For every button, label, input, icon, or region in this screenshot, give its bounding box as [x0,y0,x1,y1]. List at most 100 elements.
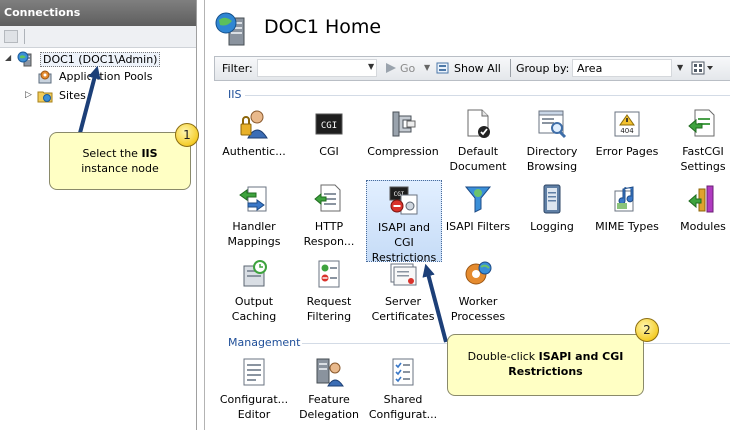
feature-label: Server Certificates [371,295,435,323]
feature-handler-mappings[interactable]: Handler Mappings [216,183,292,249]
step-number-badge: 2 [635,318,659,342]
cgi-icon: CGI [315,113,343,135]
page-title: DOC1 Home [264,16,382,38]
tree-node-application-pools-label: Application Pools [59,70,153,83]
feature-mime-types[interactable]: MIME Types [589,183,665,234]
feature-http-response-headers[interactable]: HTTP Respon... [291,183,367,249]
feature-label: Error Pages [595,145,659,158]
callout-step-1: Select the IIS instance node [49,132,191,190]
feature-shared-configuration[interactable]: Shared Configurat... [365,356,441,422]
svg-text:CGI: CGI [321,121,337,131]
handler-mappings-icon [239,186,267,212]
view-mode-icon[interactable] [690,60,716,76]
filter-dropdown-icon[interactable]: ▼ [368,62,374,71]
tree-node-server-label: DOC1 (DOC1\Admin) [40,52,161,67]
go-dropdown-icon[interactable]: ▼ [424,63,430,72]
filter-input[interactable] [257,59,377,77]
server-icon [17,51,32,67]
http-response-icon [314,184,341,212]
feature-label: MIME Types [595,220,659,233]
filter-label: Filter: [222,62,253,75]
toolbar-separator [24,29,25,44]
feature-label: Modules [680,220,726,233]
toolbar-separator [510,59,511,77]
section-divider [245,95,730,96]
feature-output-caching[interactable]: Output Caching [216,258,292,324]
connections-header: Connections [0,0,196,26]
worker-processes-icon [465,261,492,285]
feature-label: Directory Browsing [526,145,578,173]
callout-step-2: Double-click ISAPI and CGI Restrictions [447,334,644,396]
connections-toolbar [0,26,196,48]
connections-pane: Connections ◢ DOC1 (DOC1\Admin) Applicat… [0,0,197,430]
feature-server-certificates[interactable]: Server Certificates [365,258,441,324]
shared-configuration-icon [392,358,414,386]
feature-logging[interactable]: Logging [514,183,590,234]
group-by-label: Group by: [516,62,570,75]
show-all-button[interactable]: Show All [454,62,501,75]
feature-label: Handler Mappings [227,220,281,248]
feature-label: Compression [367,145,439,158]
feature-cgi[interactable]: CGI CGI [291,108,367,159]
feature-label: FastCGI Settings [680,145,726,173]
feature-isapi-filters[interactable]: ISAPI Filters [440,183,516,234]
section-label-iis: IIS [228,88,242,101]
output-caching-icon [243,260,267,287]
expand-icon[interactable]: ▷ [25,91,33,100]
callout-text: Double-click [467,350,539,363]
feature-label: Feature Delegation [299,393,359,421]
section-label-management: Management [228,336,301,349]
feature-modules[interactable]: Modules [665,183,730,234]
feature-isapi-cgi-restrictions[interactable]: CGI ISAPI and CGI Restrictions [366,180,442,264]
feature-authentication[interactable]: Authentic... [216,108,292,159]
tree-node-sites-label: Sites [59,89,86,102]
request-filtering-icon [318,260,340,288]
default-document-icon [467,109,490,138]
callout-text: Select the [82,147,142,160]
feature-label: ISAPI Filters [445,220,511,233]
feature-directory-browsing[interactable]: Directory Browsing [514,108,590,174]
feature-label: Output Caching [231,295,277,323]
step-number-badge: 1 [175,123,199,147]
callout-text: instance node [81,162,159,175]
feature-label: Worker Processes [450,295,506,323]
server-home-icon [215,12,245,46]
callout-emphasis: IIS [141,147,158,160]
modules-icon [688,185,714,213]
feature-label: Logging [530,220,574,233]
compression-icon [392,111,416,137]
feature-delegation-icon [316,358,344,387]
feature-worker-processes[interactable]: Worker Processes [440,258,516,324]
error-pages-icon: 404 [614,111,640,137]
directory-browsing-icon [538,110,567,139]
feature-configuration-editor[interactable]: Configurat... Editor [216,356,292,422]
feature-label: Request Filtering [306,295,352,323]
group-by-select[interactable]: Area [572,59,672,77]
authentication-icon [240,110,268,139]
feature-label: Configurat... Editor [219,393,289,421]
connect-icon[interactable] [4,30,18,43]
collapse-icon[interactable]: ◢ [5,54,13,62]
feature-label: Authentic... [222,145,286,158]
go-icon[interactable] [385,62,397,74]
feature-feature-delegation[interactable]: Feature Delegation [291,356,367,422]
application-pools-icon [38,70,52,84]
feature-compression[interactable]: Compression [365,108,441,159]
fastcgi-icon [688,109,715,137]
feature-label: Shared Configurat... [368,393,438,421]
feature-request-filtering[interactable]: Request Filtering [291,258,367,324]
feature-fastcgi-settings[interactable]: FastCGI Settings [665,108,730,174]
configuration-editor-icon [243,358,265,386]
feature-default-document[interactable]: Default Document [440,108,516,174]
show-all-icon[interactable] [436,61,450,75]
feature-label: CGI [319,145,339,158]
group-by-dropdown-icon[interactable]: ▼ [677,63,683,72]
feature-error-pages[interactable]: 404 Error Pages [589,108,665,159]
logging-icon [543,184,561,214]
go-button[interactable]: Go [400,62,415,75]
isapi-filters-icon [464,186,492,213]
svg-text:404: 404 [620,127,634,135]
sites-folder-icon [37,91,53,103]
server-certificates-icon [390,263,417,286]
feature-label: Default Document [449,145,507,173]
